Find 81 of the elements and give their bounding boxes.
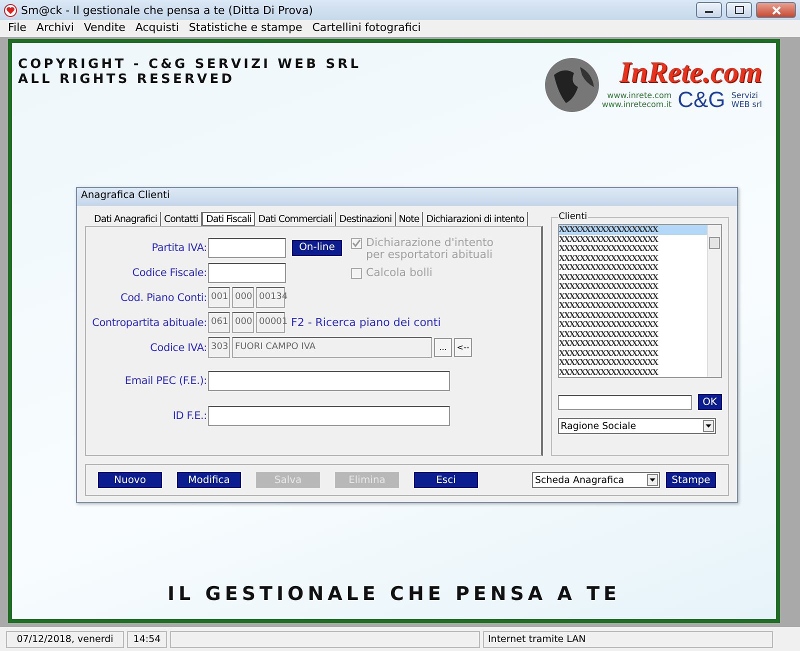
search-field[interactable]: [558, 394, 692, 410]
menu-item[interactable]: Acquisti: [131, 20, 185, 37]
brand-logo-text: InRete.com: [620, 57, 762, 89]
copyright-text: COPYRIGHT - C&G SERVIZI WEB SRL: [18, 57, 362, 72]
status-cell: 07/12/2018, venerdi: [6, 630, 124, 648]
globe-icon: [544, 57, 600, 113]
menu-item[interactable]: Archivi: [32, 20, 80, 37]
field-label: Email PEC (F.E.):: [124, 374, 208, 386]
list-item[interactable]: XXXXXXXXXXXXXXXXXXX: [558, 368, 707, 377]
list-item[interactable]: XXXXXXXXXXXXXXXXXXX: [558, 348, 707, 358]
account-code-field[interactable]: 00001: [256, 312, 285, 333]
list-item[interactable]: XXXXXXXXXXXXXXXXXXX: [558, 330, 707, 339]
menu-item[interactable]: Cartellini fotografici: [308, 20, 427, 37]
field-label: ID F.E.:: [172, 410, 208, 422]
field-label: Partita IVA:: [150, 242, 208, 254]
copyright-text: ALL RIGHTS RESERVED: [18, 72, 236, 87]
list-item[interactable]: XXXXXXXXXXXXXXXXXXX: [558, 244, 707, 254]
action-button[interactable]: Esci: [414, 472, 478, 488]
account-code-field[interactable]: 001: [208, 287, 230, 308]
close-icon: [772, 6, 780, 14]
list-item[interactable]: XXXXXXXXXXXXXXXXXXX: [558, 339, 707, 348]
back-button[interactable]: <--: [454, 338, 472, 357]
checkbox-label: Dichiarazione d'intento per esportatori abituali: [366, 237, 494, 261]
dialog-title: Anagrafica Clienti: [77, 188, 737, 206]
list-item[interactable]: XXXXXXXXXXXXXXXXXXX: [558, 282, 707, 292]
account-code-field[interactable]: 000: [232, 312, 254, 333]
online-button[interactable]: On-line: [292, 240, 342, 256]
checkbox-label: Calcola bolli: [366, 267, 432, 279]
browse-button[interactable]: ...: [434, 338, 452, 357]
minimize-button[interactable]: [696, 2, 722, 18]
company-subtitle: WEB srl: [731, 100, 762, 109]
action-button[interactable]: Modifica: [177, 472, 241, 488]
website-url: www.inretecom.it: [602, 100, 672, 109]
vat-description-field[interactable]: FUORI CAMPO IVA: [232, 337, 432, 358]
text-field[interactable]: [208, 262, 286, 282]
menu-item[interactable]: Statistiche e stampe: [184, 20, 308, 37]
list-item[interactable]: XXXXXXXXXXXXXXXXXXX: [558, 301, 707, 310]
list-item[interactable]: XXXXXXXXXXXXXXXXXXX: [558, 254, 707, 263]
heart-icon: [4, 4, 17, 16]
close-button[interactable]: [756, 2, 796, 18]
list-item[interactable]: XXXXXXXXXXXXXXXXXXX: [558, 263, 707, 272]
list-item[interactable]: XXXXXXXXXXXXXXXXXXX: [558, 225, 707, 234]
caret-icon: [647, 474, 658, 486]
text-field[interactable]: [208, 238, 286, 258]
window-title: Sm@ck - Il gestionale che pensa a te (Ditta Di Prova): [21, 4, 314, 16]
sort-dropdown[interactable]: Ragione Sociale: [558, 418, 716, 434]
text-field[interactable]: [208, 370, 450, 390]
menu-item[interactable]: File: [4, 20, 32, 37]
account-code-field[interactable]: 00134: [256, 287, 285, 308]
list-item[interactable]: XXXXXXXXXXXXXXXXXXX: [558, 320, 707, 330]
report-dropdown[interactable]: Scheda Anagrafica: [532, 472, 660, 488]
field-label: Codice Fiscale:: [131, 266, 208, 278]
account-code-field[interactable]: 061: [208, 312, 230, 333]
list-item[interactable]: XXXXXXXXXXXXXXXXXXX: [558, 358, 707, 368]
tab[interactable]: Dati Fiscali: [202, 212, 256, 226]
website-url: www.inrete.com: [607, 91, 672, 100]
text-field[interactable]: [208, 406, 450, 426]
search-hint: F2 - Ricerca piano dei conti: [291, 316, 441, 329]
maximize-icon: [734, 6, 744, 14]
scrollbar[interactable]: [707, 225, 721, 377]
list-item[interactable]: XXXXXXXXXXXXXXXXXXX: [558, 310, 707, 320]
group-title: Clienti: [558, 212, 588, 222]
maximize-button[interactable]: [726, 2, 752, 18]
status-cell: Internet tramite LAN: [483, 630, 773, 648]
field-label: Cod. Piano Conti:: [119, 292, 208, 304]
field-label: Codice IVA:: [149, 342, 208, 354]
print-button[interactable]: Stampe: [666, 472, 716, 488]
account-code-field[interactable]: 000: [232, 287, 254, 308]
company-logo-text: C&G: [678, 89, 726, 111]
list-item[interactable]: XXXXXXXXXXXXXXXXXXX: [558, 234, 707, 244]
action-button[interactable]: Nuovo: [98, 472, 162, 488]
list-item[interactable]: XXXXXXXXXXXXXXXXXXX: [558, 272, 707, 282]
status-cell: 14:54: [127, 630, 167, 648]
slogan-text: IL GESTIONALE CHE PENSA A TE: [166, 583, 622, 607]
field-label: Contropartita abituale:: [91, 316, 208, 328]
company-subtitle: Servizi: [731, 91, 759, 100]
vat-code-field[interactable]: 303: [208, 337, 230, 358]
menu-item[interactable]: Vendite: [80, 20, 132, 37]
list-item[interactable]: XXXXXXXXXXXXXXXXXXX: [558, 292, 707, 301]
caret-icon: [702, 420, 714, 432]
ok-button[interactable]: OK: [698, 394, 722, 410]
